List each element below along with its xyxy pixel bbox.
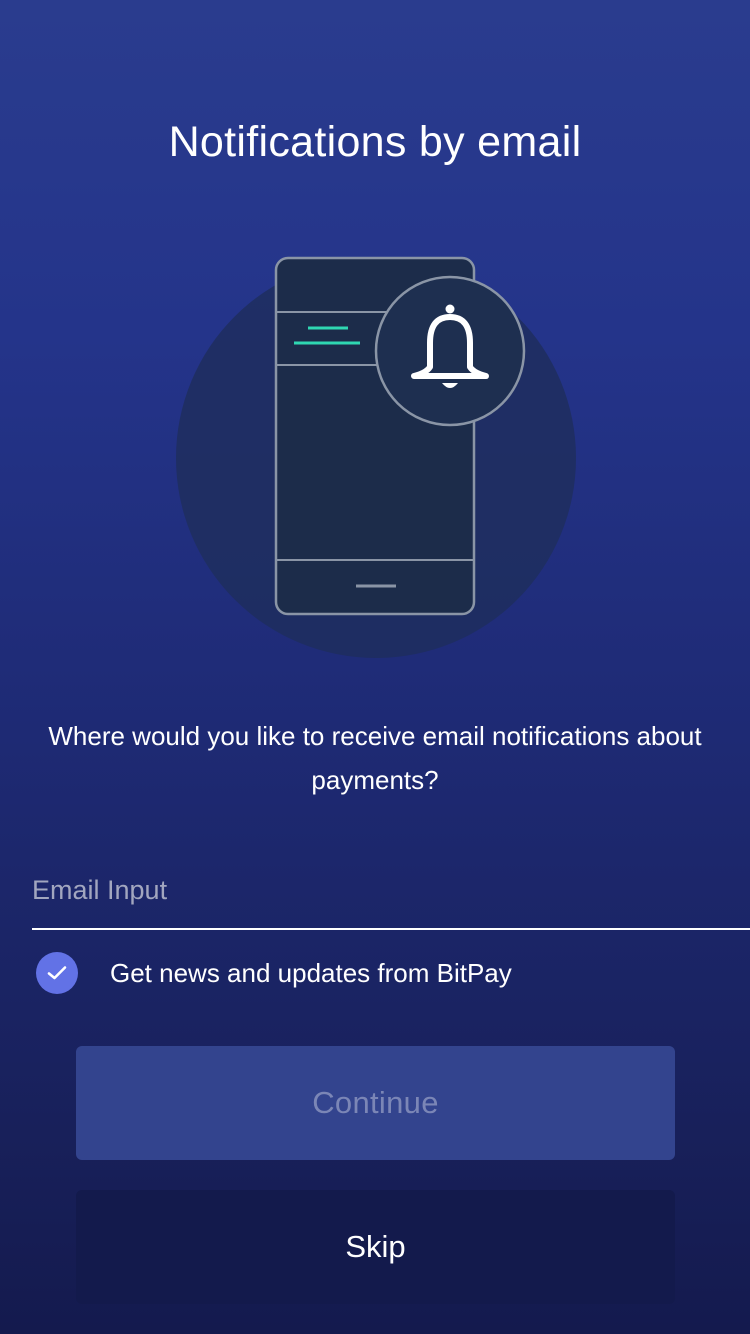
- notification-illustration: [160, 240, 590, 670]
- bell-icon: [374, 275, 526, 427]
- page-title: Notifications by email: [168, 118, 582, 166]
- email-input[interactable]: [32, 852, 750, 928]
- news-updates-toggle[interactable]: Get news and updates from BitPay: [36, 950, 716, 996]
- news-updates-label: Get news and updates from BitPay: [110, 957, 512, 988]
- email-question: Where would you like to receive email no…: [48, 721, 702, 795]
- continue-button[interactable]: Continue: [76, 1046, 675, 1160]
- checkmark-icon[interactable]: [36, 952, 78, 994]
- email-field-container: [32, 852, 750, 930]
- skip-button[interactable]: Skip: [76, 1190, 675, 1304]
